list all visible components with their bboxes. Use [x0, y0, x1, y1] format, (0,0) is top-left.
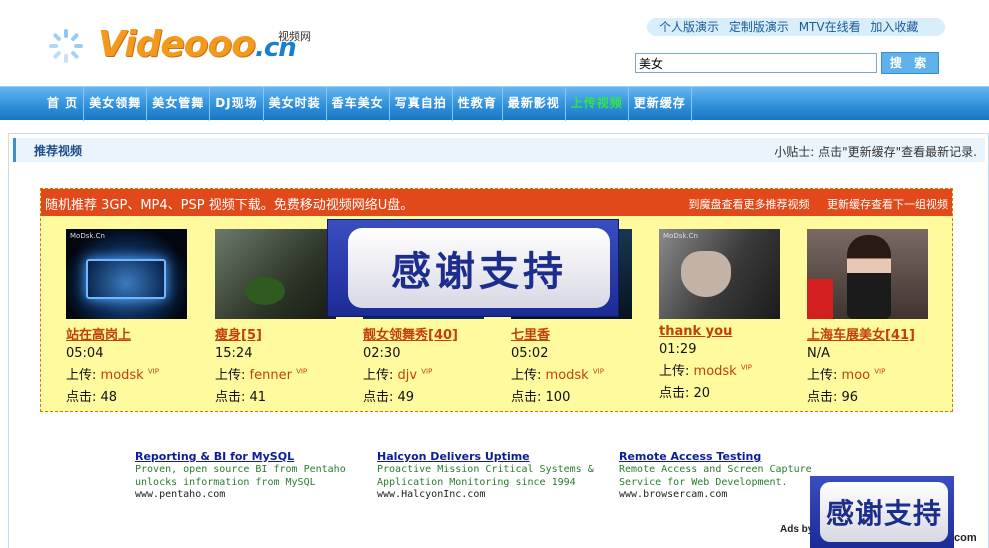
vip-badge: VIP: [147, 367, 159, 376]
uploader-link[interactable]: modsk: [694, 364, 737, 379]
toplink-personal-demo[interactable]: 个人版演示: [659, 20, 719, 34]
main-nav: 首 页 美女领舞 美女管舞 DJ现场 美女时装 香车美女 写真自拍 性教育 最新…: [0, 86, 989, 121]
vip-badge: VIP: [874, 367, 886, 376]
video-title[interactable]: 靓女领舞秀[40]: [363, 324, 503, 343]
search-input[interactable]: [635, 53, 877, 73]
video-clicks: 点击: 20: [659, 386, 711, 401]
recommend-bar: 随机推荐 3GP、MP4、PSP 视频下载。免费移动视频网络U盘。 到魔盘查看更…: [41, 189, 952, 216]
uploader-link[interactable]: djv: [398, 368, 418, 383]
search-button[interactable]: 搜 索: [881, 52, 939, 74]
panel-title: 推荐视频: [34, 144, 83, 158]
video-card: MoDsk.Cn thank you 01:29 上传: modsk VIP 点…: [659, 229, 799, 401]
video-title[interactable]: 瘦身[5]: [215, 324, 355, 343]
toplink-mtv-online[interactable]: MTV在线看: [799, 20, 861, 34]
thanks-banner-small-text: 感谢支持: [820, 482, 948, 542]
ad-block: Reporting & BI for MySQL Proven, open so…: [135, 450, 365, 501]
video-clicks: 点击: 48: [66, 390, 118, 405]
ad-title[interactable]: Remote Access Testing: [619, 450, 849, 463]
vip-badge: VIP: [296, 367, 308, 376]
uploader-link[interactable]: modsk: [101, 368, 144, 383]
video-uploader: 上传: moo VIP: [807, 367, 886, 383]
video-title[interactable]: 七里香: [511, 324, 651, 343]
video-clicks: 点击: 96: [807, 390, 859, 405]
video-thumbnail[interactable]: MoDsk.Cn: [659, 229, 780, 319]
video-uploader: 上传: djv VIP: [363, 367, 433, 383]
vip-badge: VIP: [421, 367, 433, 376]
nav-item-car-models[interactable]: 香车美女: [327, 87, 390, 121]
video-duration: 01:29: [659, 342, 697, 357]
nav-item-fashion[interactable]: 美女时装: [264, 87, 327, 121]
logo-subtitle: 视频网: [278, 30, 311, 43]
ad-desc-line: Proven, open source BI from Pentaho: [135, 464, 346, 475]
nav-item-dj-live[interactable]: DJ现场: [210, 87, 264, 121]
thanks-banner-small[interactable]: 感谢支持: [810, 476, 954, 548]
video-uploader: 上传: modsk VIP: [511, 367, 604, 383]
panel-tip: 小贴士: 点击"更新缓存"查看最新记录.: [774, 145, 977, 159]
video-uploader: 上传: modsk VIP: [66, 367, 159, 383]
video-card: MoDsk.Cn 站在高岗上 05:04 上传: modsk VIP 点击: 4…: [66, 229, 206, 405]
video-thumbnail[interactable]: MoDsk.Cn: [66, 229, 187, 319]
video-thumbnail[interactable]: [215, 229, 336, 319]
video-title[interactable]: 上海车展美女[41]: [807, 324, 947, 343]
vip-badge: VIP: [592, 367, 604, 376]
thanks-banner-text: 感谢支持: [348, 228, 610, 308]
video-title[interactable]: 站在高岗上: [66, 324, 206, 343]
video-card: 上海车展美女[41] N/A 上传: moo VIP 点击: 96: [807, 229, 947, 405]
logo-wordmark: Videooo.cn: [98, 24, 297, 65]
ads-com-label: com: [954, 532, 977, 544]
ads-by-label[interactable]: Ads by: [780, 524, 813, 535]
ad-desc-line: unlocks information from MySQL: [135, 477, 316, 488]
top-links: 个人版演示 定制版演示 MTV在线看 加入收藏: [647, 18, 945, 36]
video-thumbnail[interactable]: [807, 229, 928, 319]
ad-title[interactable]: Reporting & BI for MySQL: [135, 450, 365, 463]
video-duration: 15:24: [215, 346, 253, 361]
thumbnail-watermark: MoDsk.Cn: [663, 232, 698, 240]
loading-spinner-icon: [49, 29, 83, 63]
video-clicks: 点击: 100: [511, 390, 571, 405]
video-uploader: 上传: modsk VIP: [659, 363, 752, 379]
uploader-link[interactable]: moo: [842, 368, 871, 383]
uploader-link[interactable]: fenner: [250, 368, 292, 383]
nav-item-refresh-cache[interactable]: 更新缓存: [629, 87, 692, 121]
nav-item-education[interactable]: 性教育: [453, 87, 503, 121]
ad-desc-line: Proactive Mission Critical Systems &: [377, 464, 594, 475]
video-duration: N/A: [807, 346, 830, 361]
recommend-bar-links: 到魔盘查看更多推荐视频 更新缓存查看下一组视频: [675, 196, 949, 212]
recommend-bar-text: 随机推荐 3GP、MP4、PSP 视频下载。免费移动视频网络U盘。: [45, 198, 414, 213]
nav-item-pole-dance[interactable]: 美女管舞: [147, 87, 211, 121]
video-title[interactable]: thank you: [659, 324, 799, 339]
site-logo[interactable]: Videooo.cn 视频网: [48, 24, 328, 66]
toplink-add-favorite[interactable]: 加入收藏: [870, 20, 918, 34]
nav-item-latest-movies[interactable]: 最新影视: [503, 87, 566, 121]
nav-item-dance-lead[interactable]: 美女领舞: [84, 87, 148, 121]
ad-desc-line: Remote Access and Screen Capture: [619, 464, 812, 475]
video-clicks: 点击: 41: [215, 390, 267, 405]
video-duration: 05:04: [66, 346, 104, 361]
ad-block: Halcyon Delivers Uptime Proactive Missio…: [377, 450, 607, 501]
video-duration: 05:02: [511, 346, 549, 361]
video-uploader: 上传: fenner VIP: [215, 367, 308, 383]
ad-url[interactable]: www.HalcyonInc.com: [377, 489, 607, 501]
toplink-custom-demo[interactable]: 定制版演示: [729, 20, 789, 34]
video-duration: 02:30: [363, 346, 401, 361]
panel-header: 推荐视频 小贴士: 点击"更新缓存"查看最新记录.: [13, 138, 985, 162]
thanks-banner[interactable]: 感谢支持: [327, 219, 619, 317]
ad-url[interactable]: www.pentaho.com: [135, 489, 365, 501]
ad-desc-line: Application Monitoring since 1994: [377, 477, 576, 488]
thumbnail-watermark: MoDsk.Cn: [70, 232, 105, 240]
vip-badge: VIP: [740, 363, 752, 372]
uploader-link[interactable]: modsk: [546, 368, 589, 383]
nav-item-selfie[interactable]: 写真自拍: [390, 87, 453, 121]
nav-item-home[interactable]: 首 页: [42, 87, 85, 121]
nav-item-upload-video[interactable]: 上传视频: [566, 87, 629, 121]
video-clicks: 点击: 49: [363, 390, 415, 405]
next-group-link[interactable]: 更新缓存查看下一组视频: [827, 198, 948, 211]
ad-title[interactable]: Halcyon Delivers Uptime: [377, 450, 607, 463]
more-videos-link[interactable]: 到魔盘查看更多推荐视频: [689, 198, 810, 211]
